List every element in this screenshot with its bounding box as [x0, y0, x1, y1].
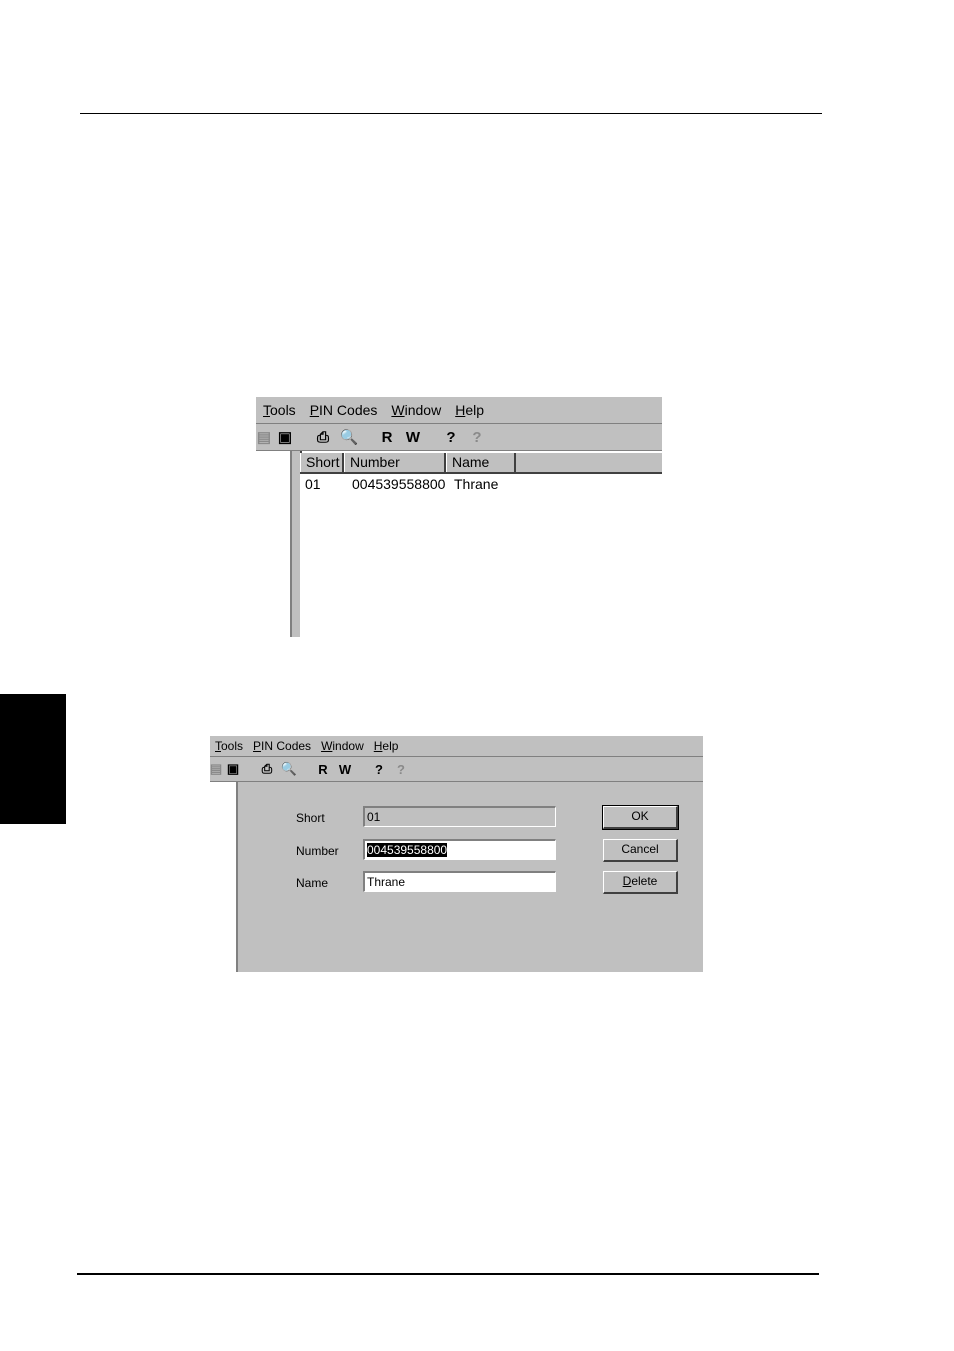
toolbar: ▤ ▣ ⎙ 🔍 R W ? ?: [210, 757, 703, 782]
menu-help[interactable]: Help: [369, 739, 404, 753]
read-button[interactable]: R: [312, 759, 334, 779]
number-field-value: 004539558800: [367, 843, 448, 857]
menu-bar: Tools PIN Codes Window Help: [210, 736, 703, 757]
copy-icon[interactable]: ▤: [256, 426, 272, 448]
cancel-button[interactable]: Cancel: [603, 839, 678, 862]
toolbar: ▤ ▣ ⎙ 🔍 R W ? ?: [256, 424, 662, 451]
copy-icon[interactable]: ▤: [210, 759, 222, 779]
delete-button[interactable]: Delete: [603, 871, 678, 894]
write-button[interactable]: W: [400, 426, 426, 448]
list-header: Short Number Name: [300, 453, 662, 474]
pin-codes-list-window: Tools PIN Codes Window Help ▤ ▣ ⎙ 🔍 R W …: [256, 397, 662, 637]
paste-icon[interactable]: ▣: [272, 426, 298, 448]
column-header-short[interactable]: Short: [300, 453, 344, 472]
menu-pin-codes[interactable]: PIN Codes: [303, 402, 385, 418]
chapter-tab-marker: [0, 694, 66, 824]
menu-help[interactable]: Help: [448, 402, 491, 418]
help-icon[interactable]: ?: [438, 426, 464, 448]
menu-tools[interactable]: Tools: [210, 739, 248, 753]
help-icon[interactable]: ?: [368, 759, 390, 779]
context-help-icon[interactable]: ?: [390, 759, 412, 779]
print-icon[interactable]: ⎙: [256, 759, 278, 779]
list-item-name: Thrane: [454, 476, 499, 492]
name-field[interactable]: Thrane: [363, 871, 556, 892]
short-field: 01: [363, 806, 556, 827]
pin-code-edit-window: Tools PIN Codes Window Help ▤ ▣ ⎙ 🔍 R W …: [210, 736, 703, 972]
list-item-number: 004539558800: [352, 476, 446, 492]
column-header-name[interactable]: Name: [446, 453, 516, 472]
context-help-icon[interactable]: ?: [464, 426, 490, 448]
ok-button[interactable]: OK: [602, 805, 679, 830]
number-field[interactable]: 004539558800: [363, 839, 556, 860]
menu-pin-codes[interactable]: PIN Codes: [248, 739, 316, 753]
bottom-rule: [77, 1273, 819, 1275]
pin-code-list: Short Number Name 01 004539558800 Thrane: [300, 453, 662, 637]
print-icon[interactable]: ⎙: [310, 426, 336, 448]
menu-tools[interactable]: Tools: [256, 402, 303, 418]
left-pane: [256, 451, 292, 637]
list-item[interactable]: 01 004539558800 Thrane: [300, 474, 662, 494]
column-header-number[interactable]: Number: [344, 453, 446, 472]
menu-bar: Tools PIN Codes Window Help: [256, 397, 662, 424]
name-field-value: Thrane: [367, 875, 406, 889]
list-item-short: 01: [305, 476, 321, 492]
write-button[interactable]: W: [334, 759, 356, 779]
print-preview-icon[interactable]: 🔍: [336, 426, 362, 448]
short-label: Short: [296, 811, 325, 825]
paste-icon[interactable]: ▣: [222, 759, 244, 779]
top-rule: [80, 113, 822, 114]
menu-window[interactable]: Window: [384, 402, 448, 418]
name-label: Name: [296, 876, 329, 890]
print-preview-icon[interactable]: 🔍: [278, 759, 300, 779]
number-label: Number: [296, 844, 339, 858]
read-button[interactable]: R: [374, 426, 400, 448]
edit-pin-code-dialog: Short 01 Number 004539558800 Name Thrane…: [242, 782, 703, 972]
menu-window[interactable]: Window: [316, 739, 369, 753]
